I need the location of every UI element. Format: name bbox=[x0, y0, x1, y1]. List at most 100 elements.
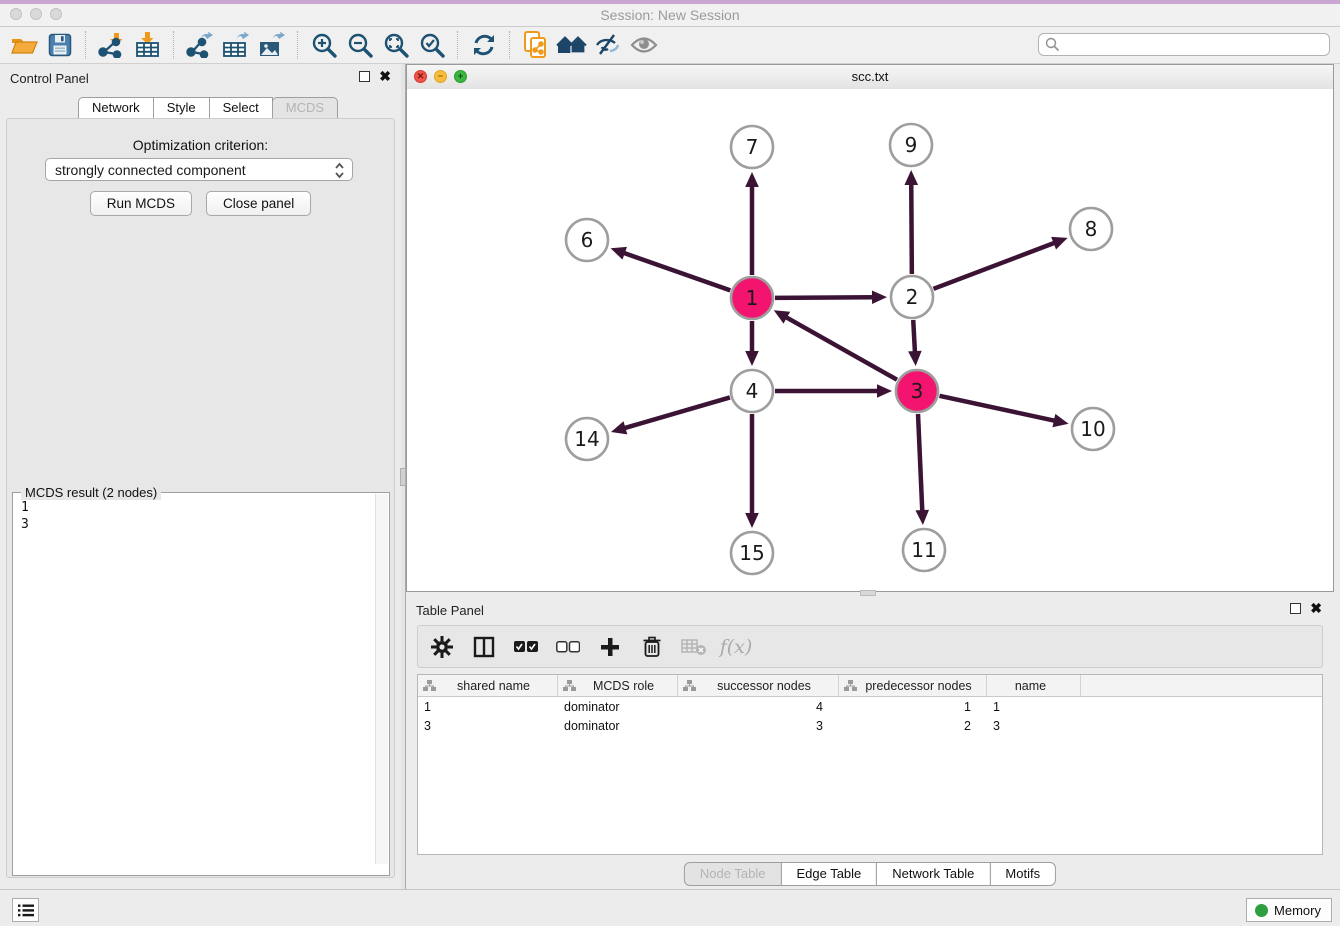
delete-table-button-disabled bbox=[680, 633, 708, 661]
graph-edge[interactable] bbox=[934, 242, 1057, 289]
accent-strip bbox=[0, 0, 1340, 4]
tab-mcds[interactable]: MCDS bbox=[272, 97, 338, 119]
graph-edge[interactable] bbox=[775, 297, 875, 298]
graph-edge-arrowhead bbox=[611, 421, 627, 434]
graph-edge-arrowhead bbox=[908, 351, 922, 366]
select-all-rows-button[interactable] bbox=[512, 633, 540, 661]
graph-node-label: 7 bbox=[746, 135, 759, 159]
unchecked-boxes-icon bbox=[556, 641, 580, 653]
show-eye-icon bbox=[630, 34, 658, 56]
delete-column-button[interactable] bbox=[638, 633, 666, 661]
tab-node-table[interactable]: Node Table bbox=[684, 862, 782, 886]
close-panel-icon[interactable]: ✖ bbox=[379, 71, 391, 82]
network-window-titlebar[interactable]: ✕ − + scc.txt bbox=[407, 65, 1333, 90]
export-table-icon bbox=[222, 32, 250, 58]
table-tabs: Node Table Edge Table Network Table Moti… bbox=[684, 862, 1056, 886]
column-header-name[interactable]: name bbox=[987, 675, 1081, 696]
zoom-fit-button[interactable] bbox=[378, 29, 414, 61]
memory-button[interactable]: Memory bbox=[1246, 898, 1332, 922]
column-namespace-icon bbox=[423, 680, 436, 692]
graph-node-label: 1 bbox=[746, 286, 759, 310]
table-settings-button[interactable] bbox=[428, 633, 456, 661]
optimization-criterion-label: Optimization criterion: bbox=[0, 137, 401, 153]
trash-icon bbox=[642, 636, 662, 658]
memory-status-icon bbox=[1255, 904, 1268, 917]
show-columns-button[interactable] bbox=[470, 633, 498, 661]
graph-edge-arrowhead bbox=[904, 170, 918, 185]
import-network-button[interactable] bbox=[94, 29, 130, 61]
import-table-button[interactable] bbox=[130, 29, 166, 61]
open-session-button[interactable] bbox=[6, 29, 42, 61]
mcds-result-line: 1 bbox=[21, 499, 29, 516]
node-table[interactable]: shared name MCDS role successor nodes pr… bbox=[417, 674, 1323, 855]
tab-style[interactable]: Style bbox=[153, 97, 210, 119]
table-row[interactable]: 3dominator323 bbox=[418, 719, 1322, 735]
graph-node-label: 10 bbox=[1080, 417, 1105, 441]
column-namespace-icon bbox=[683, 680, 696, 692]
table-cell: dominator bbox=[558, 700, 678, 716]
graph-edge-arrowhead bbox=[745, 513, 759, 528]
table-row[interactable]: 1dominator411 bbox=[418, 700, 1322, 716]
tab-select[interactable]: Select bbox=[209, 97, 273, 119]
zoom-out-icon bbox=[347, 32, 374, 59]
search-icon bbox=[1045, 37, 1060, 52]
graph-node-label: 6 bbox=[581, 228, 594, 252]
search-input[interactable] bbox=[1060, 36, 1329, 53]
zoom-in-button[interactable] bbox=[306, 29, 342, 61]
export-image-button[interactable] bbox=[254, 29, 290, 61]
close-panel-button[interactable]: Close panel bbox=[206, 191, 311, 216]
export-network-button[interactable] bbox=[182, 29, 218, 61]
graph-edge[interactable] bbox=[911, 182, 912, 274]
task-history-button[interactable] bbox=[12, 898, 39, 922]
control-panel-tabs: Network Style Select MCDS bbox=[78, 97, 338, 119]
show-all-button[interactable] bbox=[626, 29, 662, 61]
column-header-predecessor-nodes[interactable]: predecessor nodes bbox=[839, 675, 987, 696]
close-table-panel-icon[interactable]: ✖ bbox=[1310, 603, 1322, 614]
export-image-icon bbox=[258, 32, 286, 58]
table-cell: 3 bbox=[987, 719, 1081, 735]
node-table-header: shared name MCDS role successor nodes pr… bbox=[418, 675, 1322, 697]
graph-edge[interactable] bbox=[784, 316, 897, 380]
tab-network[interactable]: Network bbox=[78, 97, 154, 119]
run-mcds-button[interactable]: Run MCDS bbox=[90, 191, 192, 216]
column-header-successor-nodes[interactable]: successor nodes bbox=[678, 675, 839, 696]
graph-node-label: 9 bbox=[905, 133, 918, 157]
table-panel-title: Table Panel bbox=[416, 603, 484, 618]
tab-network-table[interactable]: Network Table bbox=[876, 862, 990, 886]
mcds-buttons: Run MCDS Close panel bbox=[0, 191, 401, 216]
graph-edge[interactable] bbox=[623, 397, 730, 428]
toolbar-separator bbox=[509, 31, 511, 59]
network-window-title: scc.txt bbox=[407, 69, 1333, 84]
float-panel-icon[interactable] bbox=[359, 71, 370, 82]
table-panel: Table Panel ✖ bbox=[406, 596, 1334, 888]
tab-edge-table[interactable]: Edge Table bbox=[780, 862, 877, 886]
save-session-button[interactable] bbox=[42, 29, 78, 61]
first-neighbors-button[interactable] bbox=[554, 29, 590, 61]
tab-motifs[interactable]: Motifs bbox=[989, 862, 1056, 886]
column-header-mcds-role[interactable]: MCDS role bbox=[558, 675, 678, 696]
zoom-out-button[interactable] bbox=[342, 29, 378, 61]
result-scrollbar[interactable] bbox=[375, 494, 388, 864]
graph-edge-arrowhead bbox=[915, 510, 929, 525]
export-table-button[interactable] bbox=[218, 29, 254, 61]
graph-edge[interactable] bbox=[913, 320, 915, 354]
new-network-from-selection-button[interactable] bbox=[518, 29, 554, 61]
graph-edge-arrowhead bbox=[745, 172, 759, 187]
zoom-selected-button[interactable] bbox=[414, 29, 450, 61]
graph-edge[interactable] bbox=[939, 396, 1056, 421]
table-cell: 1 bbox=[839, 700, 987, 716]
column-header-shared-name[interactable]: shared name bbox=[418, 675, 558, 696]
graph-edge[interactable] bbox=[918, 414, 922, 513]
float-table-panel-icon[interactable] bbox=[1290, 603, 1301, 614]
network-canvas[interactable]: 7968124314101511 bbox=[407, 89, 1333, 591]
criterion-select[interactable]: strongly connected component bbox=[45, 158, 353, 181]
deselect-all-rows-button[interactable] bbox=[554, 633, 582, 661]
graph-edge-arrowhead bbox=[745, 351, 759, 366]
apply-layout-button[interactable] bbox=[466, 29, 502, 61]
column-namespace-icon bbox=[844, 680, 857, 692]
search-box[interactable] bbox=[1038, 33, 1330, 56]
graph-edge[interactable] bbox=[622, 252, 730, 290]
hide-selected-button[interactable] bbox=[590, 29, 626, 61]
graph-node-label: 4 bbox=[746, 379, 759, 403]
create-column-button[interactable] bbox=[596, 633, 624, 661]
